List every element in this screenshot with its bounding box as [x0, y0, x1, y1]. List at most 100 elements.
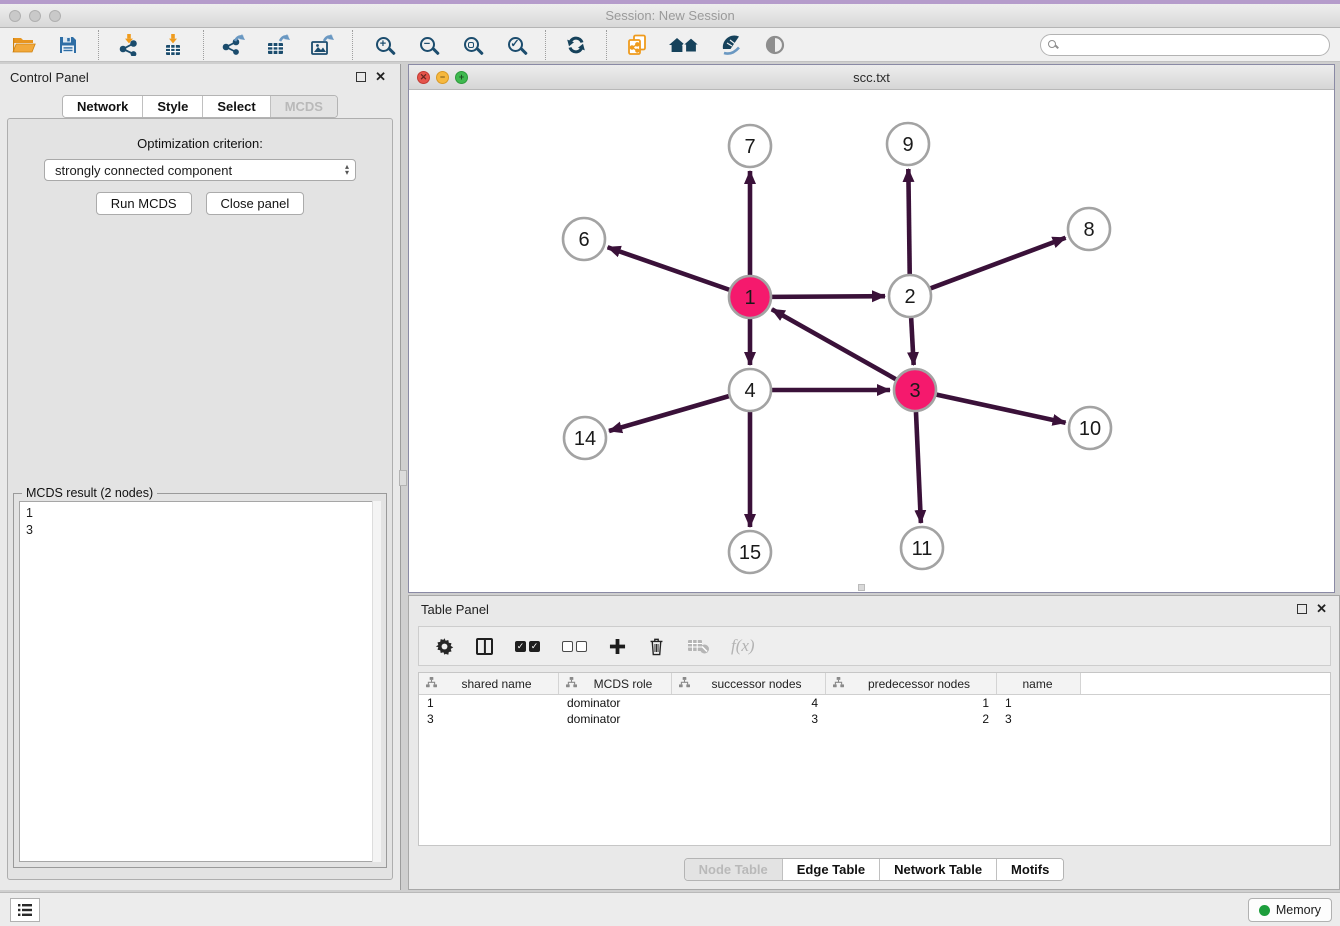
table-row[interactable]: 1dominator411 [419, 695, 1330, 711]
gear-icon[interactable] [435, 637, 454, 656]
column-header-predecessor-nodes[interactable]: predecessor nodes [826, 673, 997, 694]
toolbar-separator [352, 30, 353, 60]
table-cell[interactable]: dominator [559, 712, 672, 726]
zoom-out-icon[interactable]: − [413, 31, 441, 59]
graph-node-6[interactable]: 6 [563, 218, 605, 260]
fit-content-icon[interactable] [457, 31, 485, 59]
tab-motifs[interactable]: Motifs [997, 859, 1063, 880]
result-scrollbar[interactable] [372, 501, 381, 862]
tab-network[interactable]: Network [63, 96, 143, 117]
table-cell[interactable]: 4 [672, 696, 826, 710]
column-header-shared-name[interactable]: shared name [419, 673, 559, 694]
delete-table-icon[interactable] [687, 637, 709, 655]
first-neighbors-icon[interactable] [667, 31, 701, 59]
column-type-icon [425, 677, 438, 691]
table-cell[interactable]: dominator [559, 696, 672, 710]
graph-node-15[interactable]: 15 [729, 531, 771, 573]
column-layout-icon[interactable] [476, 638, 493, 655]
panel-splitter-handle[interactable] [399, 470, 407, 486]
save-session-icon[interactable] [54, 31, 82, 59]
float-table-panel-icon[interactable] [1297, 604, 1307, 614]
graph-edge-3-10[interactable] [936, 395, 1065, 423]
graph-node-14[interactable]: 14 [564, 417, 606, 459]
export-table-icon[interactable] [264, 31, 292, 59]
run-mcds-button[interactable]: Run MCDS [96, 192, 192, 215]
result-line: 1 [26, 505, 374, 522]
toolbar-separator [545, 30, 546, 60]
main-titlebar: Session: New Session [0, 4, 1340, 28]
deselect-all-icon[interactable] [562, 641, 587, 652]
tab-select[interactable]: Select [203, 96, 270, 117]
export-network-icon[interactable] [220, 31, 248, 59]
function-builder-icon[interactable]: f(x) [731, 636, 755, 656]
column-header-successor-nodes[interactable]: successor nodes [672, 673, 826, 694]
node-table[interactable]: shared nameMCDS rolesuccessor nodesprede… [418, 672, 1331, 846]
zoom-in-icon[interactable]: + [369, 31, 397, 59]
graph-node-3[interactable]: 3 [894, 369, 936, 411]
graph-edge-2-9[interactable] [908, 169, 909, 274]
control-panel-tabs: Network Style Select MCDS [0, 95, 400, 118]
refresh-icon[interactable] [562, 31, 590, 59]
network-canvas[interactable]: 7 9 6 8 1 2 4 3 14 10 15 11 [409, 90, 1334, 592]
export-image-icon[interactable] [308, 31, 336, 59]
graph-edge-2-8[interactable] [931, 238, 1066, 289]
svg-text:14: 14 [574, 428, 596, 450]
graph-node-1[interactable]: 1 [729, 276, 771, 318]
clone-network-icon[interactable] [623, 31, 651, 59]
table-panel: Table Panel ✕ ✓✓ f(x) shared nameMCDS ro… [408, 595, 1340, 890]
close-panel-icon[interactable]: ✕ [375, 69, 386, 85]
graph-edge-3-1[interactable] [772, 309, 896, 379]
column-header-MCDS-role[interactable]: MCDS role [559, 673, 672, 694]
select-all-icon[interactable]: ✓✓ [515, 641, 540, 652]
tab-node-table[interactable]: Node Table [685, 859, 783, 880]
table-cell[interactable]: 3 [672, 712, 826, 726]
bird-view-icon[interactable] [717, 31, 745, 59]
search-input[interactable] [1040, 34, 1330, 56]
add-column-icon[interactable] [609, 638, 626, 655]
mcds-result-text[interactable]: 13 [19, 501, 381, 862]
graphics-detail-icon[interactable] [761, 31, 789, 59]
table-cell[interactable]: 3 [419, 712, 559, 726]
graph-node-11[interactable]: 11 [901, 527, 943, 569]
column-header-name[interactable]: name [997, 673, 1081, 694]
network-resize-handle[interactable] [858, 584, 865, 591]
graph-edge-1-2[interactable] [772, 296, 885, 297]
table-cell[interactable]: 1 [419, 696, 559, 710]
graph-node-10[interactable]: 10 [1069, 407, 1111, 449]
graph-node-8[interactable]: 8 [1068, 208, 1110, 250]
graph-edge-3-11[interactable] [916, 412, 921, 523]
table-cell[interactable]: 1 [997, 696, 1081, 710]
graph-node-4[interactable]: 4 [729, 369, 771, 411]
criterion-dropdown[interactable]: strongly connected component ▴▾ [44, 159, 356, 181]
memory-button[interactable]: Memory [1248, 898, 1332, 922]
graph-edge-4-14[interactable] [609, 396, 729, 431]
network-graph[interactable]: 7 9 6 8 1 2 4 3 14 10 15 11 [409, 90, 1334, 592]
control-panel-title: Control Panel [10, 70, 89, 85]
tab-mcds[interactable]: MCDS [271, 96, 337, 117]
tab-edge-table[interactable]: Edge Table [783, 859, 880, 880]
graph-node-7[interactable]: 7 [729, 125, 771, 167]
graph-node-9[interactable]: 9 [887, 123, 929, 165]
close-table-panel-icon[interactable]: ✕ [1316, 601, 1327, 617]
tab-style[interactable]: Style [143, 96, 203, 117]
graph-edge-2-3[interactable] [911, 318, 914, 365]
table-cell[interactable]: 3 [997, 712, 1081, 726]
control-panel: Control Panel ✕ Network Style Select MCD… [0, 64, 401, 890]
table-cell[interactable]: 1 [826, 696, 997, 710]
close-panel-button[interactable]: Close panel [206, 192, 305, 215]
task-history-icon[interactable] [10, 898, 40, 922]
open-file-icon[interactable] [10, 31, 38, 59]
graph-edge-1-6[interactable] [608, 247, 730, 289]
delete-icon[interactable] [648, 637, 665, 656]
table-cell[interactable]: 2 [826, 712, 997, 726]
tab-network-table[interactable]: Network Table [880, 859, 997, 880]
import-table-icon[interactable] [159, 31, 187, 59]
float-panel-icon[interactable] [356, 72, 366, 82]
zoom-selected-icon[interactable]: ✓ [501, 31, 529, 59]
svg-text:2: 2 [904, 286, 915, 308]
table-row[interactable]: 3dominator323 [419, 711, 1330, 727]
table-panel-title: Table Panel [421, 602, 489, 617]
import-network-icon[interactable] [115, 31, 143, 59]
graph-node-2[interactable]: 2 [889, 275, 931, 317]
table-header-row: shared nameMCDS rolesuccessor nodesprede… [419, 673, 1330, 695]
